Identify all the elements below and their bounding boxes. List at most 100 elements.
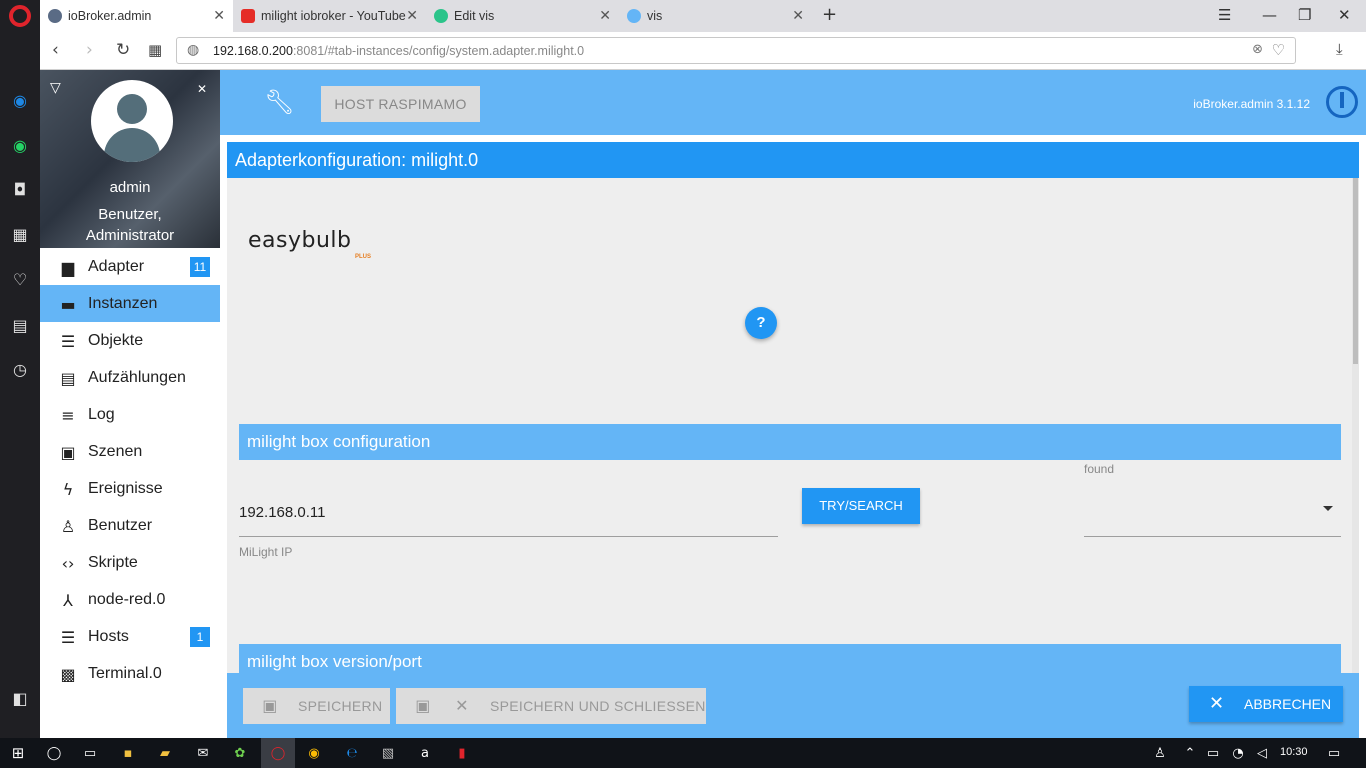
- speed-dial-icon[interactable]: ▦: [8, 222, 32, 246]
- bookmark-heart-icon[interactable]: ♡: [1272, 41, 1285, 59]
- user-roles-line2: Administrator: [85, 227, 175, 244]
- sidebar-item-instanzen[interactable]: ▬ Instanzen: [40, 285, 220, 322]
- tab-youtube[interactable]: milight iobroker - YouTube ✕: [233, 0, 426, 32]
- opera-logo-icon[interactable]: [9, 5, 31, 27]
- windows-start-icon[interactable]: ⊞: [8, 743, 28, 763]
- sidebar-item-ereignisse[interactable]: ϟ Ereignisse: [40, 470, 220, 507]
- cancel-button[interactable]: ✕ ABBRECHEN: [1189, 686, 1343, 722]
- reload-icon[interactable]: ↻: [116, 40, 130, 60]
- amazon-icon[interactable]: a: [415, 743, 435, 763]
- sidebar-item-node-red[interactable]: ⅄ node-red.0: [40, 581, 220, 618]
- sidebar-item-szenen[interactable]: ▣ Szenen: [40, 433, 220, 470]
- save-close-button[interactable]: ▣ ✕ SPEICHERN UND SCHLIESSEN: [396, 688, 706, 724]
- search-icon[interactable]: ◯: [44, 743, 64, 763]
- tab-menu-icon[interactable]: ☰: [1218, 6, 1231, 24]
- edge-icon[interactable]: ℮: [342, 743, 362, 763]
- minimize-icon[interactable]: —: [1262, 6, 1277, 24]
- scrollbar[interactable]: [1352, 178, 1359, 693]
- sidebar-item-skripte[interactable]: ‹› Skripte: [40, 544, 220, 581]
- try-search-button[interactable]: TRY/SEARCH: [802, 488, 920, 524]
- config-title: Adapterkonfiguration: milight.0: [227, 142, 1359, 178]
- heart-icon[interactable]: ♡: [8, 267, 32, 291]
- tabs-grid-icon[interactable]: ▦: [148, 41, 162, 59]
- messenger-icon[interactable]: ◉: [8, 88, 32, 112]
- close-icon: ✕: [455, 696, 469, 715]
- action-bar: ▣ SPEICHERN ▣ ✕ SPEICHERN UND SCHLIESSEN…: [227, 673, 1359, 738]
- mail-icon[interactable]: ✉: [193, 743, 213, 763]
- milight-ip-field[interactable]: 192.168.0.11: [239, 504, 325, 521]
- milight-ip-label: MiLight IP: [239, 545, 293, 559]
- restore-icon[interactable]: ❐: [1298, 6, 1311, 24]
- sidebar-item-label: Ereignisse: [88, 479, 163, 497]
- close-icon: ✕: [1209, 693, 1225, 714]
- terminal-icon: ▩: [60, 664, 76, 684]
- sidebar-toggle-icon[interactable]: ◧: [8, 686, 32, 710]
- save-close-button-label: SPEICHERN UND SCHLIESSEN: [490, 698, 706, 714]
- help-icon[interactable]: ?: [745, 307, 777, 339]
- sidebar-item-objekte[interactable]: ☰ Objekte: [40, 322, 220, 359]
- node-red-icon: ⅄: [63, 590, 73, 610]
- section-box-configuration: milight box configuration: [239, 424, 1341, 460]
- easybulb-logo: easybulb: [248, 228, 352, 253]
- tab-vis[interactable]: vis ✕: [619, 0, 812, 32]
- url-input[interactable]: ◍ 192.168.0.200:8081/#tab-instances/conf…: [176, 37, 1296, 64]
- news-icon[interactable]: ▤: [8, 313, 32, 337]
- close-tab-icon[interactable]: ✕: [406, 8, 418, 24]
- code-icon: ‹›: [61, 553, 75, 573]
- tab-title: ioBroker.admin: [68, 9, 152, 23]
- tab-edit-vis[interactable]: Edit vis ✕: [426, 0, 619, 32]
- tab-iobroker-admin[interactable]: ioBroker.admin ✕: [40, 0, 233, 32]
- cancel-button-label: ABBRECHEN: [1244, 696, 1332, 712]
- file-explorer-icon[interactable]: ▰: [155, 743, 175, 763]
- close-tab-icon[interactable]: ✕: [213, 8, 225, 24]
- save-button[interactable]: ▣ SPEICHERN: [243, 688, 390, 724]
- history-icon[interactable]: ◷: [8, 357, 32, 381]
- opera-taskbar-icon[interactable]: ◯: [268, 743, 288, 763]
- task-view-icon[interactable]: ▭: [80, 743, 100, 763]
- globe-icon: ◍: [187, 42, 200, 58]
- app-icon[interactable]: ✿: [230, 743, 250, 763]
- dropdown-arrow-icon[interactable]: [1323, 506, 1333, 511]
- wrench-icon[interactable]: 🔧︎: [264, 88, 294, 116]
- sidebar-item-adapter[interactable]: ▆ Adapter 11: [40, 248, 220, 285]
- wifi-icon[interactable]: ◔: [1228, 743, 1248, 763]
- user-roles: Benutzer,: [98, 206, 162, 223]
- download-icon[interactable]: ⤓: [1336, 40, 1343, 58]
- volume-icon[interactable]: ◁: [1252, 743, 1272, 763]
- sidebar-item-aufzaehlungen[interactable]: ▤ Aufzählungen: [40, 359, 220, 396]
- triangle-menu-icon[interactable]: ▽: [50, 80, 61, 96]
- found-select[interactable]: [1084, 536, 1341, 537]
- close-tab-icon[interactable]: ✕: [792, 8, 804, 24]
- app-icon-2[interactable]: ▧: [378, 743, 398, 763]
- scrollbar-thumb[interactable]: [1353, 178, 1358, 364]
- close-sidebar-icon[interactable]: ✕: [197, 82, 207, 96]
- battery-icon[interactable]: ▭: [1203, 743, 1223, 763]
- adblock-icon[interactable]: ⊗: [1252, 42, 1263, 57]
- close-tab-icon[interactable]: ✕: [599, 8, 611, 24]
- close-window-icon[interactable]: ✕: [1338, 6, 1351, 24]
- sidebar-item-hosts[interactable]: ☰ Hosts 1: [40, 618, 220, 655]
- tab-title: vis: [647, 9, 663, 23]
- store-icon[interactable]: ▪: [118, 743, 138, 763]
- back-icon[interactable]: ‹: [52, 40, 59, 60]
- sidebar-item-terminal[interactable]: ▩ Terminal.0: [40, 655, 220, 692]
- tray-up-icon[interactable]: ⌃: [1180, 743, 1200, 763]
- forward-icon[interactable]: ›: [86, 40, 93, 60]
- user-icon: ♙: [60, 516, 76, 536]
- power-logo-icon[interactable]: [1326, 86, 1358, 118]
- new-tab-button[interactable]: +: [822, 4, 837, 25]
- clock[interactable]: 10:30: [1280, 746, 1308, 758]
- camera-icon[interactable]: ◘: [8, 177, 32, 201]
- notifications-icon[interactable]: ▭: [1324, 743, 1344, 763]
- chrome-icon[interactable]: ◉: [304, 743, 324, 763]
- sidebar-item-benutzer[interactable]: ♙ Benutzer: [40, 507, 220, 544]
- host-button[interactable]: HOST RASPIMAMO: [321, 86, 480, 122]
- people-icon[interactable]: ♙: [1150, 743, 1170, 763]
- sidebar-item-label: Objekte: [88, 331, 144, 349]
- windows-taskbar: ⊞ ◯ ▭ ▪ ▰ ✉ ✿ ◯ ◉ ℮ ▧ a ▮ ♙ ⌃ ▭ ◔ ◁ 10:3…: [0, 738, 1366, 768]
- sidebar-item-log[interactable]: ≡ Log: [40, 396, 220, 433]
- whatsapp-icon[interactable]: ◉: [8, 133, 32, 157]
- pdf-icon[interactable]: ▮: [452, 743, 472, 763]
- user-profile: ▽ ✕ admin Benutzer, Administrator: [40, 70, 220, 248]
- youtube-icon: [241, 9, 255, 23]
